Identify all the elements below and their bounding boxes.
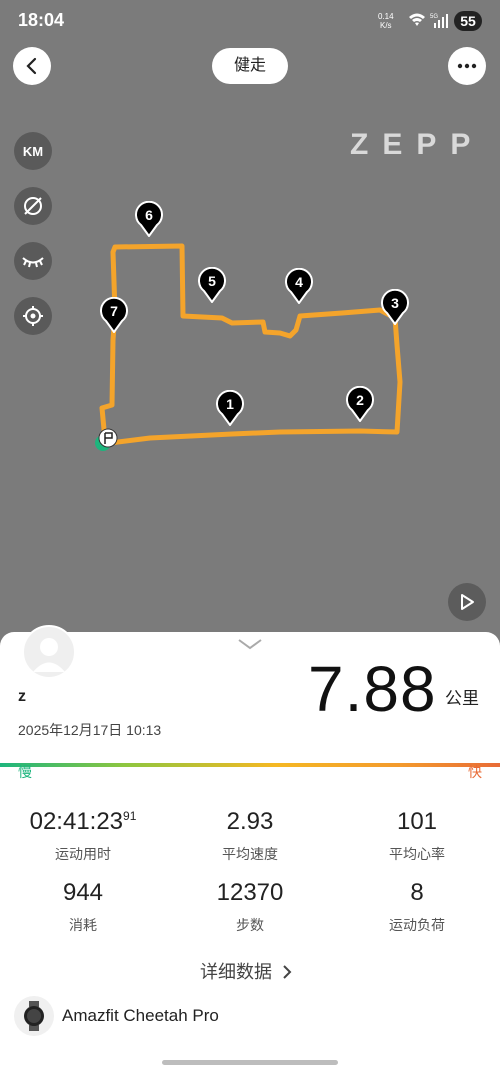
pace-slow-label: 慢 bbox=[18, 764, 32, 780]
stat-training-load: 8 运动负荷 bbox=[389, 879, 445, 933]
route-map[interactable]: 18:04 0.14 K/s 5G 55 健走 ZEPP KM 1 2 3 4 … bbox=[0, 0, 500, 640]
units-toggle-button[interactable]: KM bbox=[14, 132, 52, 170]
stat-avg-heart-rate: 101 平均心率 bbox=[389, 808, 445, 862]
eye-closed-icon bbox=[22, 257, 44, 268]
km-marker-2[interactable]: 2 bbox=[346, 386, 374, 422]
distance-value: 7.88 bbox=[308, 653, 437, 725]
detail-data-link[interactable]: 详细数据 bbox=[200, 958, 293, 984]
play-replay-button[interactable] bbox=[448, 583, 486, 621]
svg-text:5G: 5G bbox=[430, 14, 438, 20]
brand-logo: ZEPP bbox=[350, 128, 485, 161]
km-marker-6[interactable]: 6 bbox=[135, 201, 163, 237]
net-speed: 0.14 K/s bbox=[378, 12, 394, 30]
km-marker-4[interactable]: 4 bbox=[285, 268, 313, 304]
signal-icon: 5G bbox=[430, 14, 448, 28]
chevron-down-icon bbox=[238, 639, 262, 650]
map-off-icon bbox=[24, 197, 42, 215]
start-finish-flag-icon bbox=[95, 428, 118, 451]
battery-indicator: 55 bbox=[454, 11, 482, 31]
wifi-icon bbox=[409, 13, 425, 26]
km-marker-7[interactable]: 7 bbox=[100, 297, 128, 333]
chevron-left-icon bbox=[26, 57, 37, 75]
pace-fast-label: 快 bbox=[468, 764, 482, 780]
more-icon bbox=[457, 63, 477, 69]
km-marker-5[interactable]: 5 bbox=[198, 267, 226, 303]
more-button[interactable] bbox=[448, 47, 486, 85]
km-marker-3[interactable]: 3 bbox=[381, 289, 409, 325]
workout-date: 2025年12月17日 10:13 bbox=[18, 722, 162, 738]
status-bar: 18:04 0.14 K/s 5G 55 bbox=[0, 0, 500, 44]
crosshair-icon bbox=[23, 306, 43, 326]
visibility-toggle-button[interactable] bbox=[14, 242, 52, 280]
chevron-right-icon bbox=[283, 965, 292, 979]
distance-unit: 公里 bbox=[445, 689, 479, 708]
device-watch-icon-holder bbox=[14, 996, 54, 1036]
sport-type-label: 健走 bbox=[212, 48, 288, 84]
avatar[interactable] bbox=[22, 625, 76, 679]
status-time: 18:04 bbox=[18, 10, 65, 30]
watch-icon bbox=[24, 1001, 44, 1031]
collapse-panel-button[interactable] bbox=[236, 637, 264, 656]
user-name: z bbox=[18, 688, 26, 705]
stat-calories: 944 消耗 bbox=[62, 879, 104, 933]
home-indicator[interactable] bbox=[162, 1060, 338, 1065]
stat-steps: 12370 步数 bbox=[216, 879, 284, 933]
stat-duration: 02:41:2391 运动用时 bbox=[29, 808, 137, 862]
stat-avg-speed: 2.93 平均速度 bbox=[222, 808, 278, 862]
locate-button[interactable] bbox=[14, 297, 52, 335]
map-layer-toggle-button[interactable] bbox=[14, 187, 52, 225]
km-marker-1[interactable]: 1 bbox=[216, 390, 244, 426]
user-avatar-icon bbox=[33, 638, 65, 672]
play-icon bbox=[461, 594, 474, 610]
device-name: Amazfit Cheetah Pro bbox=[62, 1006, 219, 1025]
pace-gradient-bar bbox=[0, 763, 500, 767]
route-path-layer bbox=[99, 243, 403, 446]
back-button[interactable] bbox=[13, 47, 51, 85]
